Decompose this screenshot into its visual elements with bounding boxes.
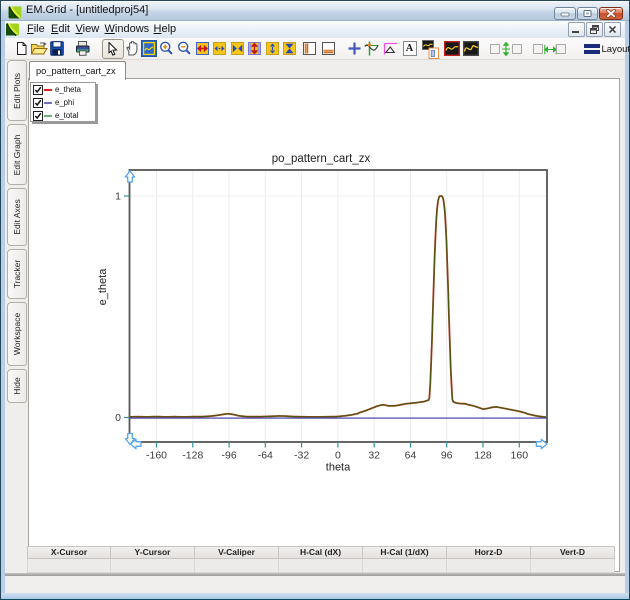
svg-text:64: 64: [405, 450, 417, 462]
svg-text:32: 32: [368, 450, 380, 462]
svg-text:0: 0: [335, 450, 341, 462]
svg-text:-128: -128: [182, 450, 203, 462]
svg-text:160: 160: [511, 450, 529, 462]
svg-text:theta: theta: [326, 462, 351, 474]
svg-text:-96: -96: [222, 450, 237, 462]
svg-text:-32: -32: [294, 450, 309, 462]
svg-text:96: 96: [441, 450, 453, 462]
svg-text:1: 1: [115, 191, 121, 203]
svg-text:-64: -64: [258, 450, 273, 462]
svg-text:0: 0: [115, 412, 121, 424]
svg-text:po_pattern_cart_zx: po_pattern_cart_zx: [272, 153, 371, 165]
svg-text:128: 128: [474, 450, 492, 462]
svg-text:e_theta: e_theta: [97, 268, 109, 306]
svg-text:-160: -160: [146, 450, 167, 462]
